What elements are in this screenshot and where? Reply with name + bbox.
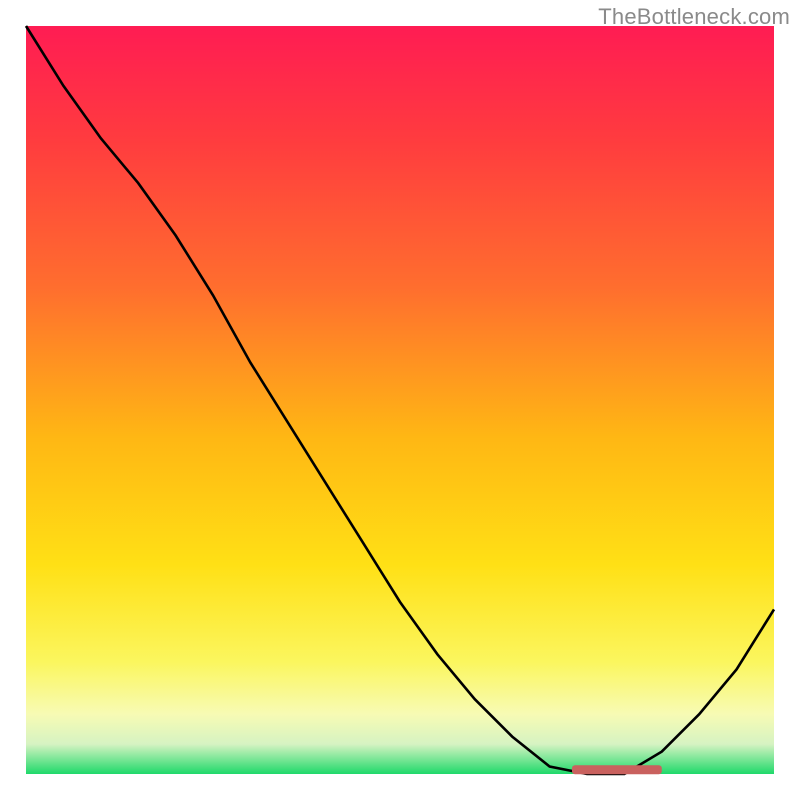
watermark-text: TheBottleneck.com <box>598 4 790 30</box>
bottleneck-chart <box>0 0 800 800</box>
chart-container: TheBottleneck.com <box>0 0 800 800</box>
optimal-range-marker <box>572 765 662 774</box>
chart-background <box>26 26 774 774</box>
